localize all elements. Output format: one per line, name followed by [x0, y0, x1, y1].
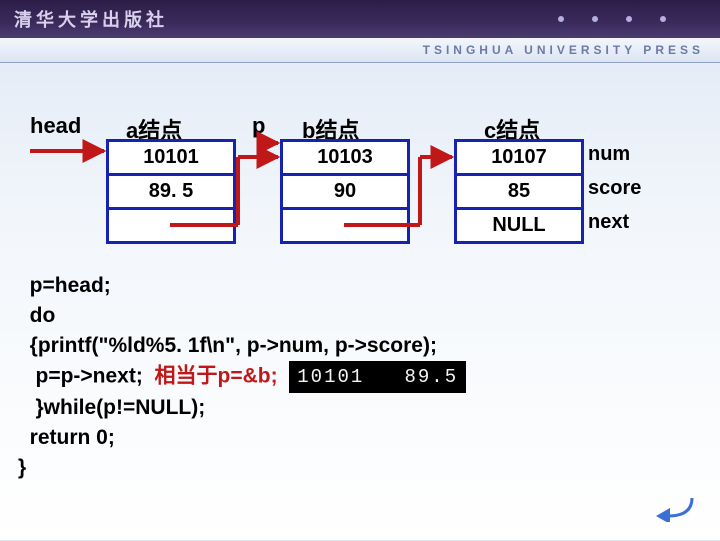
node-c-next: NULL	[457, 210, 581, 241]
node-c-num: 10107	[457, 142, 581, 176]
head-label: head	[30, 113, 81, 139]
code-block: p=head; do {printf("%ld%5. 1f\n", p->num…	[18, 271, 466, 483]
node-a-score: 89. 5	[109, 176, 233, 210]
code-l6: return 0;	[18, 426, 115, 449]
node-b: 10103 90	[280, 139, 410, 244]
publisher-sub: TSINGHUA UNIVERSITY PRESS	[423, 43, 704, 57]
node-b-next	[283, 210, 407, 241]
back-arrow-icon[interactable]	[652, 492, 696, 527]
publisher-name: 清华大学出版社	[14, 6, 168, 32]
code-l2: do	[18, 304, 55, 327]
console-output: 10101 89.5	[289, 361, 466, 393]
node-c-score: 85	[457, 176, 581, 210]
slide-canvas: head a结点 p b结点 c结点 10101 89. 5 10103 90 …	[0, 63, 720, 541]
code-l4a: p=p->next;	[18, 365, 155, 388]
node-a-next	[109, 210, 233, 241]
publisher-subheader: TSINGHUA UNIVERSITY PRESS	[0, 38, 720, 63]
field-num: num	[588, 143, 630, 166]
field-score: score	[588, 177, 641, 200]
code-l5: }while(p!=NULL);	[18, 396, 205, 419]
code-l4b: 相当于p=&b;	[155, 365, 278, 388]
node-c: 10107 85 NULL	[454, 139, 584, 244]
code-l1: p=head;	[18, 274, 111, 297]
node-a: 10101 89. 5	[106, 139, 236, 244]
header-dots	[558, 16, 666, 22]
code-l3: {printf("%ld%5. 1f\n", p->num, p->score)…	[18, 334, 437, 357]
publisher-header: 清华大学出版社	[0, 0, 720, 38]
node-b-score: 90	[283, 176, 407, 210]
p-label: p	[252, 113, 265, 139]
code-l7: }	[18, 456, 26, 479]
field-next: next	[588, 211, 629, 234]
node-a-num: 10101	[109, 142, 233, 176]
node-b-num: 10103	[283, 142, 407, 176]
